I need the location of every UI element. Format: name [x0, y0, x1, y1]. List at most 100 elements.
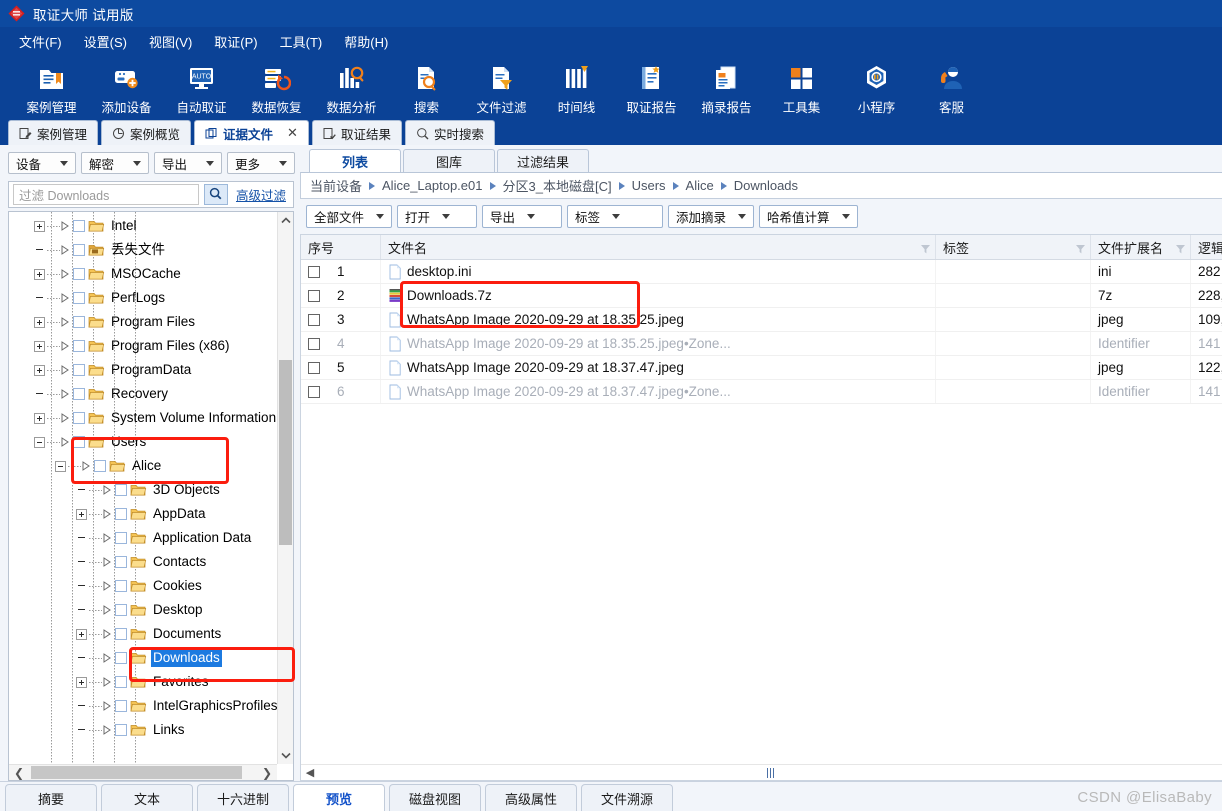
- menu-item-settings[interactable]: 设置(S): [73, 28, 138, 55]
- tree-checkbox[interactable]: [115, 580, 127, 592]
- expand-icon[interactable]: [34, 316, 45, 328]
- search-button[interactable]: [203, 184, 228, 205]
- bottom-tab-hex[interactable]: 十六进制: [197, 784, 289, 811]
- tree-item[interactable]: Application Data: [9, 526, 277, 550]
- ribbon-button-forensics-report[interactable]: 取证报告: [614, 59, 689, 116]
- triangle-marker-icon[interactable]: [61, 437, 70, 447]
- breadcrumb-item[interactable]: 当前设备: [310, 176, 362, 195]
- tab-gallery-view[interactable]: 图库: [403, 149, 495, 172]
- expand-icon[interactable]: [34, 340, 45, 352]
- tree-item[interactable]: AppData: [9, 502, 277, 526]
- tree-checkbox[interactable]: [73, 436, 85, 448]
- tree-item[interactable]: Program Files (x86): [9, 334, 277, 358]
- tab-evidence-file[interactable]: 证据文件 ✕: [194, 120, 309, 145]
- breadcrumb-item[interactable]: Alice: [686, 178, 714, 193]
- tree-checkbox[interactable]: [115, 628, 127, 640]
- row-checkbox[interactable]: [308, 265, 320, 278]
- table-column-header[interactable]: 序号: [301, 235, 381, 259]
- menu-item-forensics[interactable]: 取证(P): [203, 28, 268, 55]
- tree-item[interactable]: Downloads: [9, 646, 277, 670]
- ribbon-button-data-recovery[interactable]: 数据恢复: [239, 59, 314, 116]
- scroll-right-icon[interactable]: ❯: [257, 766, 277, 780]
- expand-icon[interactable]: [76, 676, 87, 688]
- table-column-header[interactable]: 文件名: [381, 235, 936, 259]
- tree-item[interactable]: Cookies: [9, 574, 277, 598]
- table-row[interactable]: 1 desktop.ini ini 282: [301, 260, 1222, 284]
- menu-item-view[interactable]: 视图(V): [138, 28, 203, 55]
- triangle-marker-icon[interactable]: [61, 245, 70, 255]
- tree-checkbox[interactable]: [115, 556, 127, 568]
- tree-checkbox[interactable]: [115, 604, 127, 616]
- all-files-dropdown-button[interactable]: 全部文件: [306, 205, 393, 228]
- tree-item[interactable]: Recovery: [9, 382, 277, 406]
- close-icon[interactable]: ✕: [287, 125, 298, 141]
- triangle-marker-icon[interactable]: [103, 605, 112, 615]
- row-checkbox[interactable]: [308, 313, 320, 326]
- tree-item[interactable]: Favorites: [9, 670, 277, 694]
- filter-icon[interactable]: [921, 242, 930, 254]
- file-name-cell[interactable]: Downloads.7z: [381, 284, 936, 307]
- triangle-marker-icon[interactable]: [61, 365, 70, 375]
- tree-checkbox[interactable]: [94, 460, 106, 472]
- tree-checkbox[interactable]: [115, 532, 127, 544]
- bottom-tab-disk-view[interactable]: 磁盘视图: [389, 784, 481, 811]
- triangle-marker-icon[interactable]: [103, 701, 112, 711]
- tree-item[interactable]: ProgramData: [9, 358, 277, 382]
- triangle-marker-icon[interactable]: [82, 461, 91, 471]
- collapse-icon[interactable]: [34, 436, 45, 448]
- scrollbar-track[interactable]: [319, 766, 1222, 780]
- tree-vertical-scrollbar[interactable]: [277, 212, 293, 764]
- menu-item-help[interactable]: 帮助(H): [333, 28, 399, 55]
- tree-item[interactable]: 3D Objects: [9, 478, 277, 502]
- ribbon-button-customer-service[interactable]: 客服: [914, 59, 989, 116]
- hash-calculate-dropdown-button[interactable]: 哈希值计算: [759, 205, 858, 228]
- table-row[interactable]: 5 WhatsApp Image 2020-09-29 at 18.37.47.j…: [301, 356, 1222, 380]
- tree-item[interactable]: Users: [9, 430, 277, 454]
- menu-item-tools[interactable]: 工具(T): [269, 28, 334, 55]
- scroll-up-icon[interactable]: [278, 212, 293, 229]
- table-row[interactable]: 6 WhatsApp Image 2020-09-29 at 18.37.47.j…: [301, 380, 1222, 404]
- tree-item[interactable]: System Volume Information: [9, 406, 277, 430]
- triangle-marker-icon[interactable]: [103, 725, 112, 735]
- triangle-marker-icon[interactable]: [61, 317, 70, 327]
- tree-item[interactable]: Desktop: [9, 598, 277, 622]
- open-dropdown-button[interactable]: 打开: [397, 205, 478, 228]
- export-dropdown-button[interactable]: 导出: [482, 205, 563, 228]
- bottom-tab-summary[interactable]: 摘要: [5, 784, 97, 811]
- tree-item[interactable]: MSOCache: [9, 262, 277, 286]
- tree-horizontal-scrollbar[interactable]: ❮ ❯: [9, 764, 277, 780]
- triangle-marker-icon[interactable]: [103, 509, 112, 519]
- filter-input[interactable]: 过滤 Downloads: [13, 184, 199, 205]
- ribbon-button-add-device[interactable]: 添加设备: [89, 59, 164, 116]
- tab-realtime-search[interactable]: 实时搜索: [404, 120, 495, 145]
- triangle-marker-icon[interactable]: [103, 533, 112, 543]
- tree-checkbox[interactable]: [115, 508, 127, 520]
- row-checkbox[interactable]: [308, 361, 320, 374]
- scroll-left-icon[interactable]: ◀: [301, 766, 319, 779]
- tree-checkbox[interactable]: [115, 676, 127, 688]
- device-dropdown-button[interactable]: 设备: [8, 152, 76, 174]
- expand-icon[interactable]: [34, 364, 45, 376]
- row-checkbox[interactable]: [308, 337, 320, 350]
- expand-icon[interactable]: [34, 220, 45, 232]
- ribbon-button-data-analysis[interactable]: 数据分析: [314, 59, 389, 116]
- filter-icon[interactable]: [1076, 242, 1085, 254]
- triangle-marker-icon[interactable]: [103, 581, 112, 591]
- tree-checkbox[interactable]: [115, 652, 127, 664]
- scrollbar-thumb[interactable]: [766, 767, 776, 778]
- tree-item[interactable]: Intel: [9, 214, 277, 238]
- tree-checkbox[interactable]: [73, 388, 85, 400]
- export-dropdown-button[interactable]: 导出: [154, 152, 222, 174]
- table-column-header[interactable]: 逻辑大小(...: [1191, 235, 1222, 259]
- table-row[interactable]: 2 Downloads.7z 7z228,249: [301, 284, 1222, 308]
- advanced-filter-link[interactable]: 高级过滤: [233, 185, 289, 204]
- table-row[interactable]: 3 WhatsApp Image 2020-09-29 at 18.35.25.j…: [301, 308, 1222, 332]
- breadcrumb-item[interactable]: Downloads: [734, 178, 798, 193]
- bottom-tab-preview[interactable]: 预览: [293, 784, 385, 811]
- tree-checkbox[interactable]: [73, 268, 85, 280]
- row-checkbox[interactable]: [308, 289, 320, 302]
- scroll-down-icon[interactable]: [278, 747, 293, 764]
- bottom-tab-text[interactable]: 文本: [101, 784, 193, 811]
- tree-item[interactable]: Program Files: [9, 310, 277, 334]
- add-excerpt-dropdown-button[interactable]: 添加摘录: [668, 205, 755, 228]
